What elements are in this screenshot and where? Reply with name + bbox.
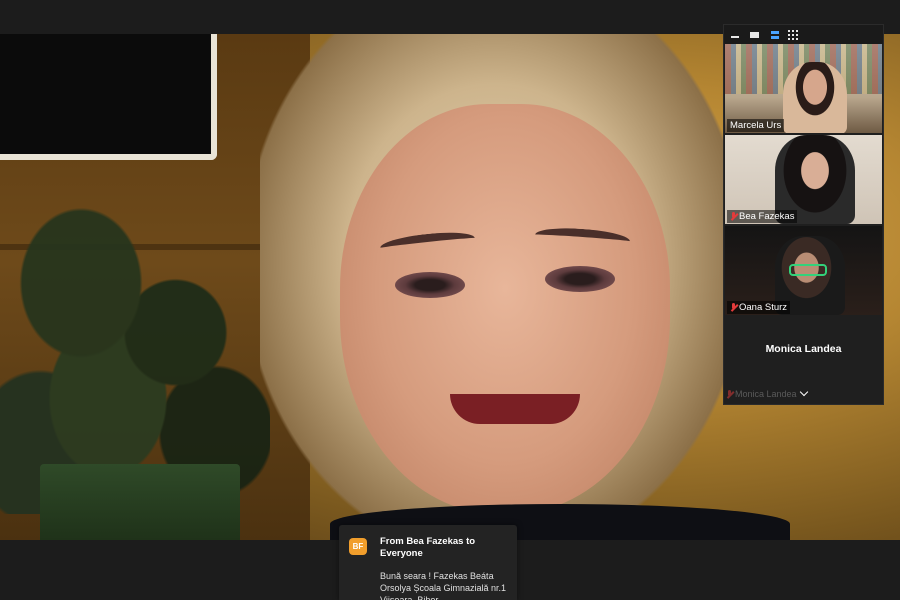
list-view-icon[interactable] — [768, 28, 782, 41]
participant-tile-no-video[interactable]: Monica Landea — [725, 317, 882, 383]
participant-name-tag: Monica Landea — [726, 389, 797, 399]
chevron-down-icon[interactable] — [800, 389, 808, 397]
participant-display-name: Monica Landea — [765, 343, 842, 355]
speaker-left-eye — [395, 272, 465, 298]
gallery-toolbar — [724, 25, 883, 44]
gallery-panel: Marcela Urs Bea Fazekas Oana Sturz Monic… — [723, 24, 884, 405]
mic-muted-icon — [730, 212, 737, 221]
participant-tile[interactable]: Oana Sturz — [725, 226, 882, 315]
participant-name: Bea Fazekas — [739, 211, 795, 222]
chat-message: Bună seara ! Fazekas Beáta Orsolya Școal… — [380, 571, 507, 600]
chat-notification[interactable]: BF From Bea Fazekas to Everyone Bună sea… — [339, 525, 517, 600]
participant-tile[interactable]: Bea Fazekas — [725, 135, 882, 224]
participant-glasses — [789, 264, 827, 276]
participant-name-tag: Bea Fazekas — [727, 210, 798, 223]
participant-name-tag: Oana Sturz — [727, 301, 791, 314]
speaker-face — [340, 104, 670, 514]
sender-avatar: BF — [349, 538, 367, 555]
speaker-right-eye — [545, 266, 615, 292]
chat-sender-title: From Bea Fazekas to Everyone — [380, 536, 476, 559]
participant-name-tag: Marcela Urs — [727, 119, 785, 132]
background-monitor — [0, 34, 217, 160]
plant-pot — [40, 464, 240, 540]
grid-view-icon[interactable] — [786, 28, 800, 41]
speaker-mouth — [450, 394, 580, 424]
mic-muted-icon — [726, 389, 733, 399]
minimize-icon[interactable] — [728, 28, 742, 41]
participant-video — [783, 62, 847, 133]
participant-name: Marcela Urs — [730, 120, 782, 131]
speaker-view-icon[interactable] — [748, 28, 762, 41]
participant-tile[interactable]: Marcela Urs — [725, 44, 882, 133]
participant-name: Oana Sturz — [739, 302, 788, 313]
mic-muted-icon — [730, 303, 737, 312]
participant-name: Monica Landea — [735, 389, 797, 399]
